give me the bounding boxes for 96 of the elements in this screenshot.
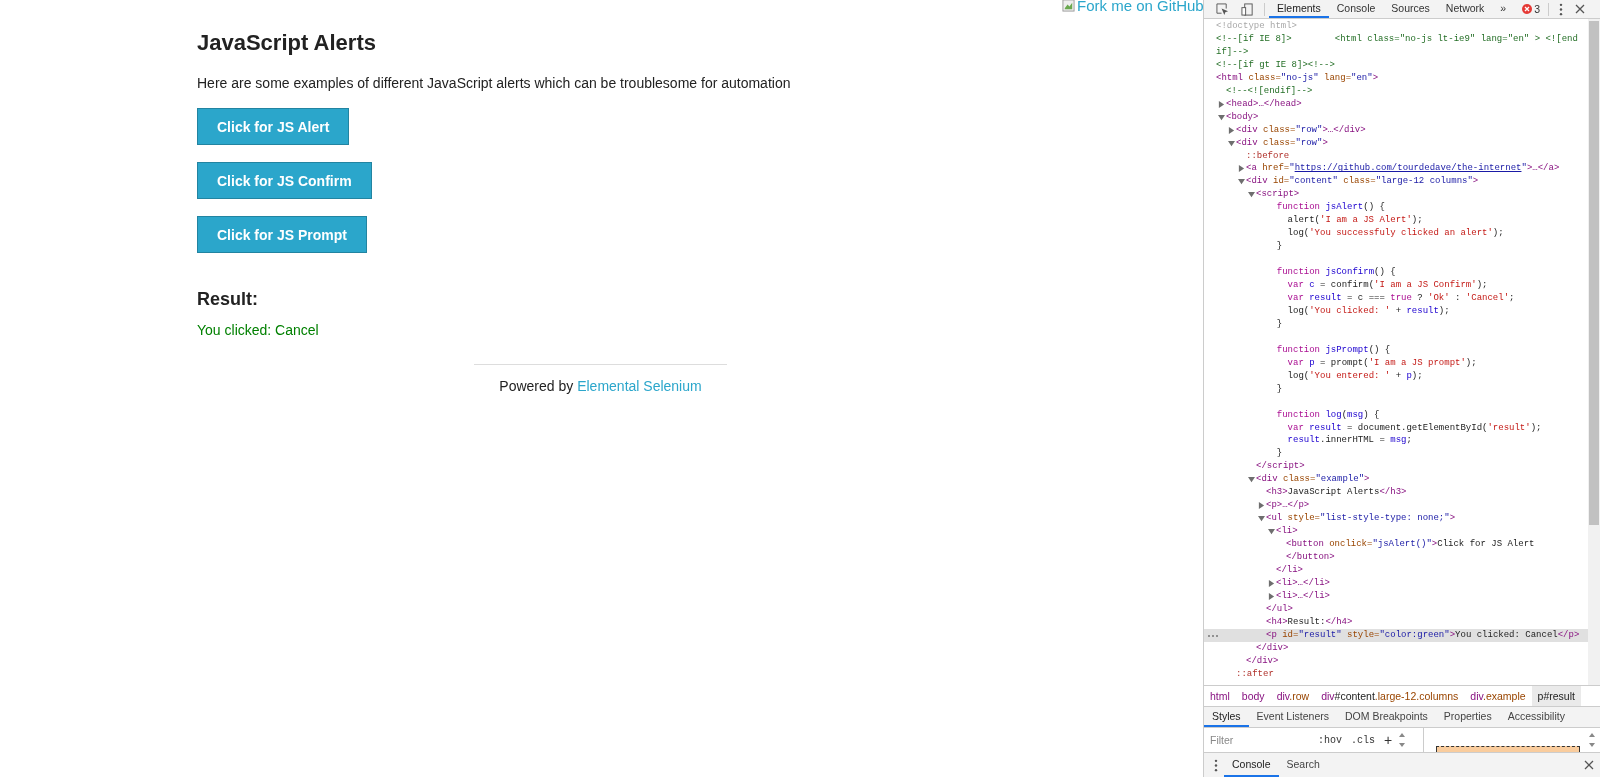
dom-node-line[interactable]: <p>…</p> xyxy=(1266,499,1316,513)
dom-node-line[interactable]: result.innerHTML = msg; xyxy=(1266,434,1418,448)
devtools-tab[interactable]: Sources xyxy=(1383,0,1438,18)
expand-triangle-icon[interactable] xyxy=(1218,100,1225,108)
dom-node-line[interactable]: <body> xyxy=(1226,110,1265,124)
dom-node-line[interactable]: <html class="no-js" lang="en"> xyxy=(1216,71,1385,85)
panel-tab[interactable]: DOM Breakpoints xyxy=(1336,707,1436,727)
collapse-triangle-icon[interactable] xyxy=(1258,515,1265,523)
dom-node-line[interactable]: var c = confirm('I am a JS Confirm'); xyxy=(1266,279,1494,292)
dom-node-line[interactable]: ::before xyxy=(1246,149,1296,163)
scroll-arrows-icon[interactable] xyxy=(1398,732,1407,748)
more-tabs-button[interactable]: » xyxy=(1492,0,1515,18)
dom-node-line[interactable]: <!--[if gt IE 8]><!--> xyxy=(1216,58,1341,72)
intro-text: Here are some examples of different JavaScript alerts which can be troublesome for automation xyxy=(197,75,792,91)
dom-node-line[interactable]: <h3>JavaScript Alerts</h3> xyxy=(1266,486,1413,500)
error-icon xyxy=(1522,4,1533,14)
expand-triangle-icon[interactable] xyxy=(1268,592,1275,600)
dom-node-line[interactable]: </div> xyxy=(1246,654,1285,668)
breadcrumb[interactable]: html xyxy=(1204,686,1236,706)
dom-node-line[interactable]: alert('I am a JS Alert'); xyxy=(1266,214,1429,228)
dom-node-line[interactable]: function jsAlert() { xyxy=(1266,201,1391,215)
cls-toggle[interactable]: .cls xyxy=(1348,734,1379,746)
menu-icon[interactable] xyxy=(1214,758,1218,772)
scroll-arrows-icon[interactable] xyxy=(1588,732,1596,748)
dom-node-line[interactable]: <div class="row"> xyxy=(1236,136,1334,150)
devtools-tab[interactable]: Console xyxy=(1328,0,1384,18)
dom-node-line[interactable]: var p = prompt('I am a JS prompt'); xyxy=(1266,356,1483,370)
collapse-triangle-icon[interactable] xyxy=(1238,178,1245,186)
dom-node-line[interactable]: <button onclick="jsAlert()">Click for JS Alert xyxy=(1286,538,1541,552)
collapse-triangle-icon[interactable] xyxy=(1268,528,1275,536)
dom-node-line[interactable]: <!--[if IE 8]> <html class="no-js lt-ie9" lang="en" > <![endif]--> xyxy=(1216,32,1588,59)
breadcrumb[interactable]: div.row xyxy=(1270,686,1316,706)
dom-node-line[interactable]: <div class="example"> xyxy=(1256,473,1376,487)
dom-node-line[interactable]: </script> xyxy=(1256,460,1311,474)
panel-tab[interactable]: Styles xyxy=(1204,707,1249,727)
collapse-triangle-icon[interactable] xyxy=(1248,191,1255,199)
result-text: You clicked: Cancel xyxy=(197,322,320,338)
close-icon[interactable] xyxy=(1584,760,1594,770)
drawer-tab[interactable]: Search xyxy=(1278,753,1328,777)
scrollbar[interactable] xyxy=(1588,19,1600,685)
page-heading: JavaScript Alerts xyxy=(197,31,377,55)
dom-node-line[interactable]: </div> xyxy=(1256,641,1295,655)
result-heading: Result: xyxy=(197,289,259,310)
dom-node-line[interactable]: log('You entered: ' + p); xyxy=(1266,369,1429,383)
dom-node-line[interactable]: } xyxy=(1266,447,1289,461)
dom-node-line[interactable]: function jsPrompt() { xyxy=(1266,343,1397,357)
dom-node-line[interactable]: </ul> xyxy=(1266,602,1299,616)
dom-node-line[interactable]: } xyxy=(1266,240,1289,254)
dom-node-line[interactable]: function log(msg) { xyxy=(1266,408,1386,422)
dom-node-line[interactable]: <head>…</head> xyxy=(1226,97,1308,111)
panel-tab[interactable]: Event Listeners xyxy=(1248,707,1337,727)
dom-node-line[interactable]: <!--<![endif]--> xyxy=(1226,84,1319,98)
dom-node-line[interactable]: <li>…</li> xyxy=(1276,589,1336,603)
breadcrumb[interactable]: body xyxy=(1235,686,1271,706)
drawer-tab[interactable]: Console xyxy=(1224,753,1279,777)
dom-node-line[interactable]: var result = c === true ? 'Ok' : 'Cancel'; xyxy=(1266,292,1521,305)
devtools-tab[interactable]: Elements xyxy=(1269,0,1329,18)
dom-node-line[interactable]: <li>…</li> xyxy=(1276,576,1336,590)
dom-node-line[interactable]: var result = document.getElementById('result'); xyxy=(1266,421,1548,435)
breadcrumb[interactable]: div#content.large-12.columns xyxy=(1315,686,1465,706)
broken-image-icon xyxy=(1062,0,1075,12)
new-rule-button[interactable]: + xyxy=(1381,732,1396,748)
device-icon[interactable] xyxy=(1241,2,1254,16)
dom-node-line[interactable]: } xyxy=(1266,317,1289,331)
dom-node-line[interactable]: function jsConfirm() { xyxy=(1266,266,1402,280)
devtools-tab[interactable]: Network xyxy=(1437,0,1493,18)
dom-node-line[interactable]: <script> xyxy=(1256,188,1306,202)
expand-triangle-icon[interactable] xyxy=(1258,502,1265,510)
dom-node-line[interactable]: <h4>Result:</h4> xyxy=(1266,615,1359,629)
inspect-icon[interactable] xyxy=(1216,2,1229,16)
expand-triangle-icon[interactable] xyxy=(1238,165,1245,173)
dom-node-line[interactable]: </li> xyxy=(1276,564,1309,577)
panel-tab[interactable]: Properties xyxy=(1435,707,1500,727)
dom-node-line[interactable]: <li> xyxy=(1276,525,1304,539)
dom-node-line[interactable]: <a href="https://github.com/tourdedave/the-internet">…</a> xyxy=(1246,162,1566,176)
dom-node-line[interactable]: } xyxy=(1266,382,1289,396)
breadcrumb[interactable]: div.example xyxy=(1464,686,1532,706)
collapse-triangle-icon[interactable] xyxy=(1218,113,1225,121)
expand-triangle-icon[interactable] xyxy=(1268,579,1275,587)
breadcrumb[interactable]: p#result xyxy=(1531,686,1581,706)
close-icon[interactable] xyxy=(1575,4,1586,14)
dom-node-line[interactable]: <ul style="list-style-type: none;"> xyxy=(1266,512,1462,526)
dom-node-line[interactable]: log('You successfuly clicked an alert'); xyxy=(1266,227,1510,241)
menu-icon[interactable] xyxy=(1559,2,1564,16)
error-count[interactable]: 3 xyxy=(1534,3,1541,15)
hov-toggle[interactable]: :hov xyxy=(1315,734,1345,746)
footer-text: Powered by Elemental Selenium xyxy=(498,378,703,394)
collapse-triangle-icon[interactable] xyxy=(1228,139,1235,147)
expand-triangle-icon[interactable] xyxy=(1228,126,1235,134)
dom-node-line[interactable]: ::after xyxy=(1236,667,1280,681)
dom-node-line[interactable]: </button> xyxy=(1286,551,1341,564)
dom-node-line[interactable]: <div id="content" class="large-12 columns"> xyxy=(1246,175,1485,189)
collapse-triangle-icon[interactable] xyxy=(1248,476,1255,484)
panel-tab[interactable]: Accessibility xyxy=(1499,707,1573,727)
dom-node-line[interactable]: log('You clicked: ' + result); xyxy=(1266,304,1456,318)
dom-node-line[interactable]: <div class="row">…</div> xyxy=(1236,123,1372,137)
